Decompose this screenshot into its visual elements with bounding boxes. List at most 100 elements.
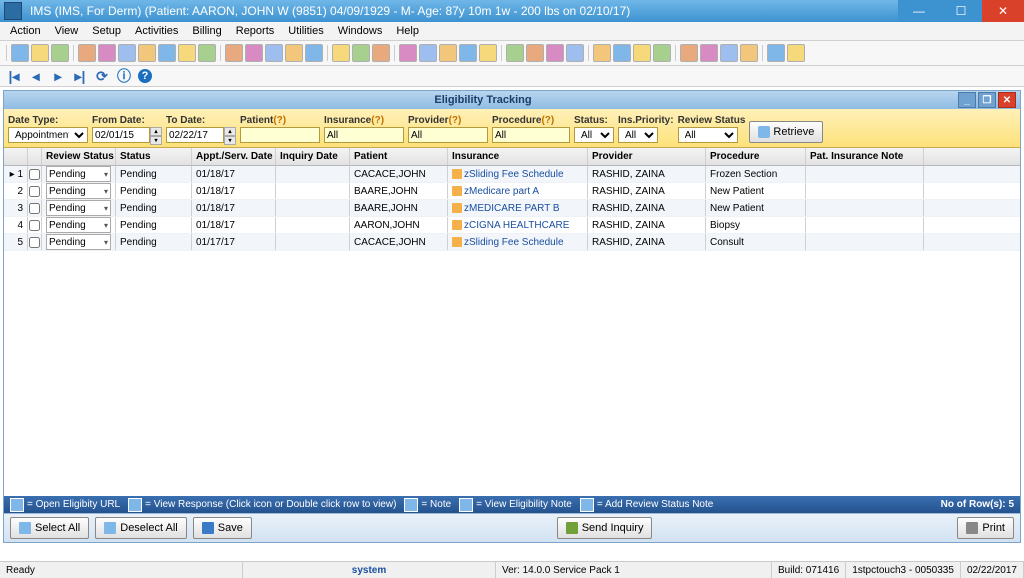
help-icon[interactable]: ? xyxy=(138,69,152,83)
from-date-up[interactable]: ▴ xyxy=(150,127,162,136)
col-provider[interactable]: Provider xyxy=(588,148,706,165)
toolbar-icon[interactable] xyxy=(98,44,116,62)
table-row[interactable]: ▸ 1Pending▾Pending01/18/17CACACE,JOHNzSl… xyxy=(4,166,1020,183)
toolbar-icon[interactable] xyxy=(399,44,417,62)
nav-last-icon[interactable]: ▸| xyxy=(72,68,88,84)
toolbar-icon[interactable] xyxy=(546,44,564,62)
print-button[interactable]: Print xyxy=(957,517,1014,539)
toolbar-icon[interactable] xyxy=(479,44,497,62)
panel-restore-button[interactable]: ❐ xyxy=(978,92,996,108)
cell-insurance[interactable]: zMEDICARE PART B xyxy=(448,200,588,216)
col-insurance-note[interactable]: Pat. Insurance Note xyxy=(806,148,924,165)
col-procedure[interactable]: Procedure xyxy=(706,148,806,165)
row-checkbox[interactable] xyxy=(29,169,40,180)
ins-priority-select[interactable]: All xyxy=(618,127,658,143)
toolbar-icon[interactable] xyxy=(352,44,370,62)
date-type-select[interactable]: Appointment Da xyxy=(8,127,88,143)
toolbar-icon[interactable] xyxy=(118,44,136,62)
review-status-dropdown[interactable]: Pending▾ xyxy=(46,217,111,233)
toolbar-icon[interactable] xyxy=(305,44,323,62)
minimize-button[interactable]: — xyxy=(898,0,940,22)
toolbar-icon[interactable] xyxy=(265,44,283,62)
toolbar-icon[interactable] xyxy=(526,44,544,62)
review-status-dropdown[interactable]: Pending▾ xyxy=(46,200,111,216)
toolbar-icon[interactable] xyxy=(285,44,303,62)
row-checkbox[interactable] xyxy=(29,203,40,214)
col-patient[interactable]: Patient xyxy=(350,148,448,165)
cell-insurance[interactable]: zSliding Fee Schedule xyxy=(448,234,588,250)
table-row[interactable]: 5Pending▾Pending01/17/17CACACE,JOHNzSlid… xyxy=(4,234,1020,251)
send-inquiry-button[interactable]: Send Inquiry xyxy=(557,517,653,539)
menu-setup[interactable]: Setup xyxy=(86,24,127,38)
review-status-dropdown[interactable]: Pending▾ xyxy=(46,166,111,182)
to-date-down[interactable]: ▾ xyxy=(224,136,236,145)
refresh-icon[interactable]: ⟳ xyxy=(94,68,110,84)
toolbar-icon[interactable] xyxy=(332,44,350,62)
info-icon[interactable]: ⓘ xyxy=(116,68,132,84)
toolbar-icon[interactable] xyxy=(633,44,651,62)
toolbar-icon[interactable] xyxy=(178,44,196,62)
toolbar-icon[interactable] xyxy=(11,44,29,62)
toolbar-icon[interactable] xyxy=(506,44,524,62)
save-button[interactable]: Save xyxy=(193,517,252,539)
col-status[interactable]: Status xyxy=(116,148,192,165)
menu-help[interactable]: Help xyxy=(390,24,425,38)
deselect-all-button[interactable]: Deselect All xyxy=(95,517,186,539)
toolbar-icon[interactable] xyxy=(245,44,263,62)
toolbar-icon[interactable] xyxy=(787,44,805,62)
col-insurance[interactable]: Insurance xyxy=(448,148,588,165)
toolbar-icon[interactable] xyxy=(566,44,584,62)
toolbar-icon[interactable] xyxy=(720,44,738,62)
review-status-dropdown[interactable]: Pending▾ xyxy=(46,183,111,199)
toolbar-icon[interactable] xyxy=(158,44,176,62)
toolbar-icon[interactable] xyxy=(740,44,758,62)
row-checkbox[interactable] xyxy=(29,220,40,231)
menu-view[interactable]: View xyxy=(49,24,85,38)
table-row[interactable]: 2Pending▾Pending01/18/17BAARE,JOHNzMedic… xyxy=(4,183,1020,200)
toolbar-icon[interactable] xyxy=(653,44,671,62)
review-status-select[interactable]: All xyxy=(678,127,738,143)
patient-input[interactable] xyxy=(240,127,320,143)
from-date-input[interactable] xyxy=(92,127,150,143)
provider-input[interactable] xyxy=(408,127,488,143)
cell-insurance[interactable]: zMedicare part A xyxy=(448,183,588,199)
nav-next-icon[interactable]: ▸ xyxy=(50,68,66,84)
row-checkbox[interactable] xyxy=(29,237,40,248)
cell-insurance[interactable]: zCIGNA HEALTHCARE xyxy=(448,217,588,233)
menu-reports[interactable]: Reports xyxy=(230,24,281,38)
row-checkbox[interactable] xyxy=(29,186,40,197)
to-date-up[interactable]: ▴ xyxy=(224,127,236,136)
toolbar-icon[interactable] xyxy=(78,44,96,62)
from-date-down[interactable]: ▾ xyxy=(150,136,162,145)
toolbar-icon[interactable] xyxy=(767,44,785,62)
select-all-button[interactable]: Select All xyxy=(10,517,89,539)
to-date-input[interactable] xyxy=(166,127,224,143)
toolbar-icon[interactable] xyxy=(198,44,216,62)
toolbar-icon[interactable] xyxy=(419,44,437,62)
panel-minimize-button[interactable]: _ xyxy=(958,92,976,108)
toolbar-icon[interactable] xyxy=(372,44,390,62)
retrieve-button[interactable]: Retrieve xyxy=(749,121,823,143)
procedure-input[interactable] xyxy=(492,127,570,143)
menu-utilities[interactable]: Utilities xyxy=(282,24,329,38)
table-row[interactable]: 3Pending▾Pending01/18/17BAARE,JOHNzMEDIC… xyxy=(4,200,1020,217)
toolbar-icon[interactable] xyxy=(439,44,457,62)
toolbar-icon[interactable] xyxy=(593,44,611,62)
panel-close-button[interactable]: ✕ xyxy=(998,92,1016,108)
toolbar-icon[interactable] xyxy=(680,44,698,62)
review-status-dropdown[interactable]: Pending▾ xyxy=(46,234,111,250)
close-button[interactable]: ✕ xyxy=(982,0,1024,22)
nav-first-icon[interactable]: |◂ xyxy=(6,68,22,84)
nav-prev-icon[interactable]: ◂ xyxy=(28,68,44,84)
cell-insurance[interactable]: zSliding Fee Schedule xyxy=(448,166,588,182)
menu-activities[interactable]: Activities xyxy=(129,24,184,38)
toolbar-icon[interactable] xyxy=(138,44,156,62)
col-inquiry-date[interactable]: Inquiry Date xyxy=(276,148,350,165)
col-appt-date[interactable]: Appt./Serv. Date xyxy=(192,148,276,165)
toolbar-icon[interactable] xyxy=(225,44,243,62)
menu-billing[interactable]: Billing xyxy=(186,24,227,38)
toolbar-icon[interactable] xyxy=(613,44,631,62)
toolbar-icon[interactable] xyxy=(700,44,718,62)
col-review-status[interactable]: Review Status xyxy=(42,148,116,165)
maximize-button[interactable]: ☐ xyxy=(940,0,982,22)
